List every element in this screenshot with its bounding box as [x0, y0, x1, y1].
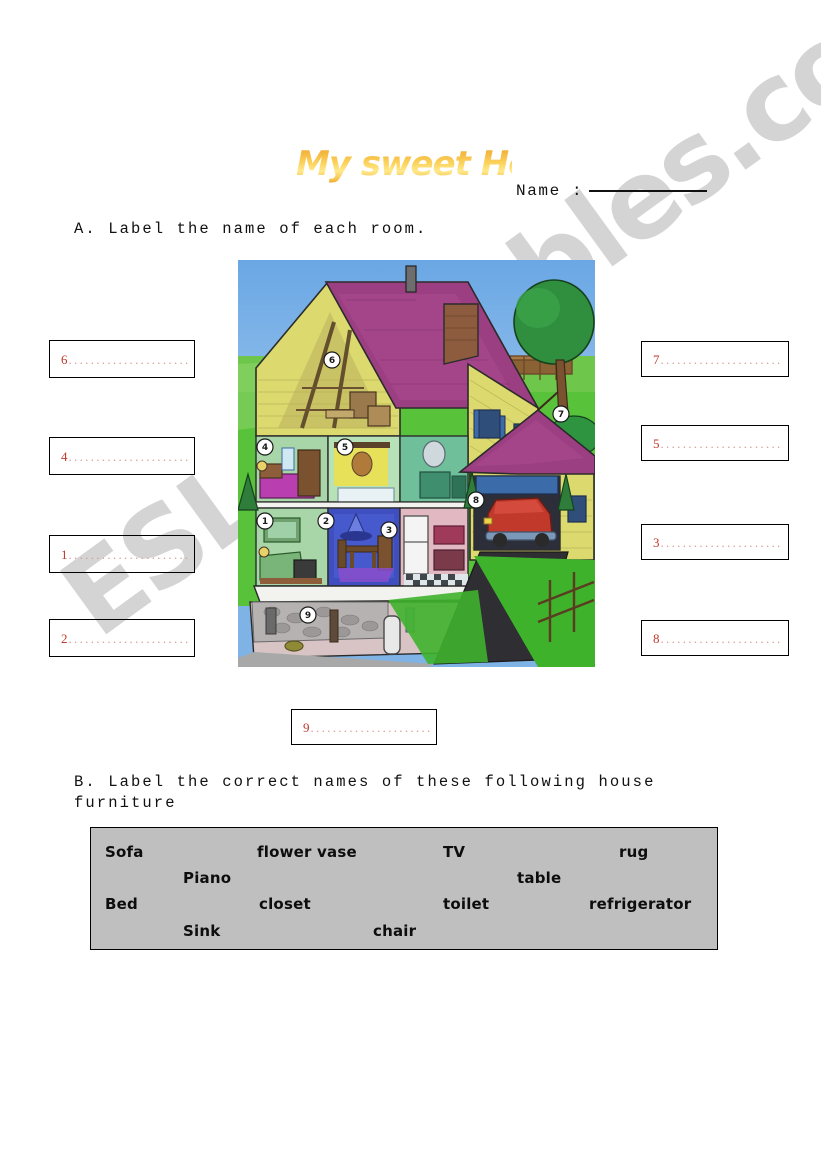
name-label: Name :	[516, 182, 584, 200]
answer-box-number: 8	[653, 630, 660, 646]
answer-box-dots: ......................	[660, 631, 783, 645]
word-bank-item-table[interactable]: table	[517, 869, 561, 887]
answer-box-dots: ......................	[660, 436, 783, 450]
svg-text:2: 2	[323, 517, 329, 527]
word-bank-item-bed[interactable]: Bed	[105, 895, 138, 913]
answer-box-8[interactable]: 8 ......................	[641, 620, 789, 656]
answer-box-7[interactable]: 7 ......................	[641, 341, 789, 377]
answer-box-dots: ......................	[68, 449, 191, 463]
word-bank-item-flower-vase[interactable]: flower vase	[257, 843, 357, 861]
answer-box-6[interactable]: 6 ......................	[49, 340, 195, 378]
answer-box-1[interactable]: 1 ......................	[49, 535, 195, 573]
instruction-section-b: B. Label the correct names of these foll…	[74, 773, 656, 812]
answer-box-number: 3	[653, 534, 660, 550]
page-title-text: My sweet Home	[296, 144, 588, 184]
word-bank-item-refrigerator[interactable]: refrigerator	[589, 895, 691, 913]
worksheet-page: 6 4 5 1 2 3 7 8 9 My sweet Home Name: A…	[0, 0, 821, 1169]
answer-box-number: 4	[61, 448, 68, 464]
svg-text:6: 6	[329, 356, 335, 366]
answer-box-dots: ......................	[660, 535, 783, 549]
svg-text:9: 9	[305, 611, 311, 621]
answer-box-dots: ......................	[310, 720, 433, 734]
answer-box-number: 5	[653, 435, 660, 451]
word-bank-item-chair[interactable]: chair	[373, 922, 416, 940]
name-field[interactable]: Name :	[516, 182, 708, 200]
answer-box-4[interactable]: 4 ......................	[49, 437, 195, 475]
answer-box-2[interactable]: 2 ......................	[49, 619, 195, 657]
instruction-section-a: A. Label the name of each room.	[74, 220, 428, 238]
answer-box-number: 9	[303, 719, 310, 735]
svg-text:7: 7	[558, 410, 564, 420]
answer-box-5[interactable]: 5 ......................	[641, 425, 789, 461]
answer-box-dots: ......................	[68, 547, 191, 561]
svg-text:1: 1	[262, 517, 268, 527]
name-input-rule[interactable]	[589, 190, 708, 192]
word-bank: Sofa flower vase TV rug Piano table Bed …	[90, 827, 718, 950]
word-bank-item-tv[interactable]: TV	[443, 843, 465, 861]
answer-box-number: 2	[61, 630, 68, 646]
house-cutaway-illustration: 6 4 5 1 2 3 7 8 9	[238, 260, 595, 667]
answer-box-number: 1	[61, 546, 68, 562]
answer-box-number: 7	[653, 351, 660, 367]
answer-box-number: 6	[61, 351, 68, 367]
word-bank-item-rug[interactable]: rug	[619, 843, 648, 861]
answer-box-9[interactable]: 9 ......................	[291, 709, 437, 745]
word-bank-item-sofa[interactable]: Sofa	[105, 843, 144, 861]
svg-text:5: 5	[342, 443, 348, 453]
answer-box-dots: ......................	[68, 352, 191, 366]
word-bank-item-sink[interactable]: Sink	[183, 922, 220, 940]
word-bank-item-closet[interactable]: closet	[259, 895, 311, 913]
svg-text:8: 8	[473, 496, 479, 506]
word-bank-item-piano[interactable]: Piano	[183, 869, 231, 887]
page-title: My sweet Home	[296, 142, 588, 186]
word-bank-item-toilet[interactable]: toilet	[443, 895, 489, 913]
answer-box-dots: ......................	[660, 352, 783, 366]
answer-box-dots: ......................	[68, 631, 191, 645]
answer-box-3[interactable]: 3 ......................	[641, 524, 789, 560]
svg-text:4: 4	[262, 443, 268, 453]
svg-text:3: 3	[386, 526, 392, 536]
